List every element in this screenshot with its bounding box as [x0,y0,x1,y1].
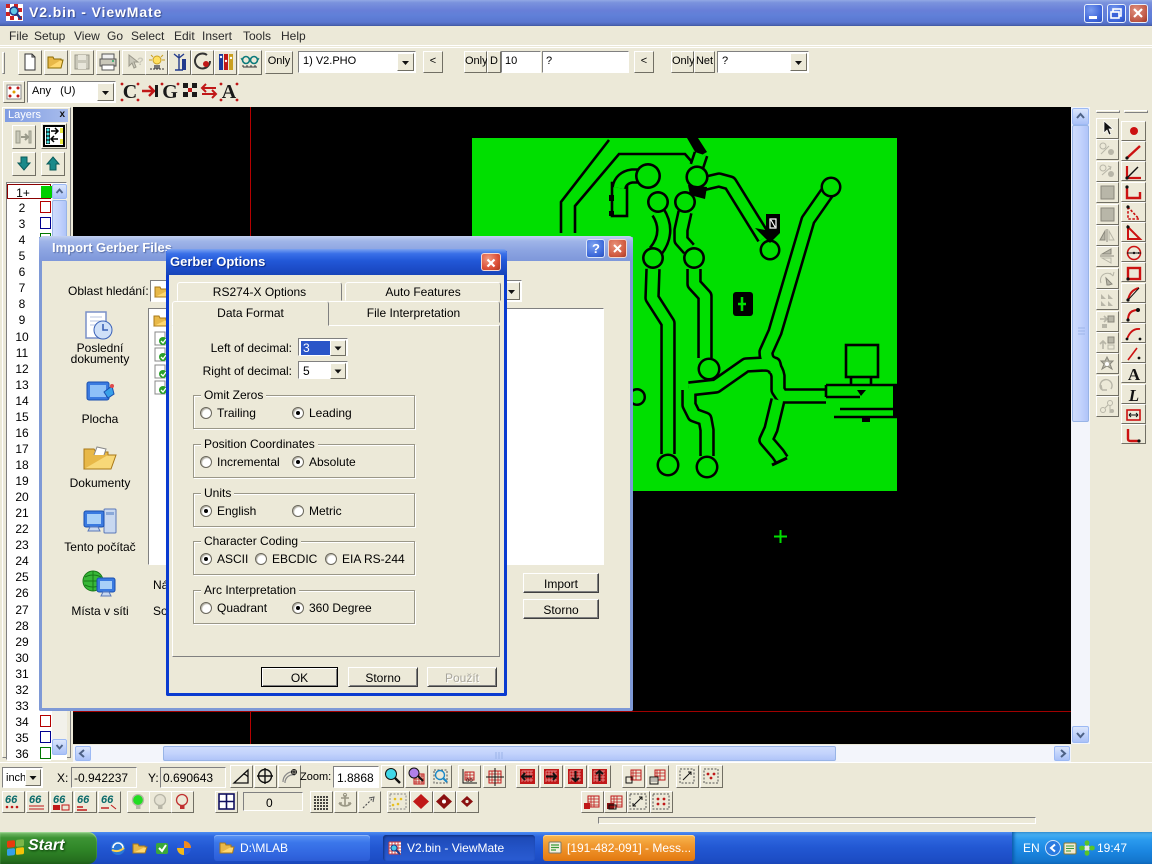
svg-text:66: 66 [77,794,90,806]
svg-text:C: C [123,81,137,103]
svg-text:L: L [1128,386,1139,405]
svg-text:66: 66 [5,794,18,806]
svg-text:66: 66 [101,794,114,806]
svg-text:A: A [1128,365,1141,384]
svg-text:?: ? [137,56,144,68]
svg-text:66: 66 [29,794,42,806]
svg-text:A: A [222,81,237,103]
svg-text:oo: oo [466,778,473,784]
svg-text:66: 66 [53,794,66,806]
svg-text:G: G [162,81,178,103]
